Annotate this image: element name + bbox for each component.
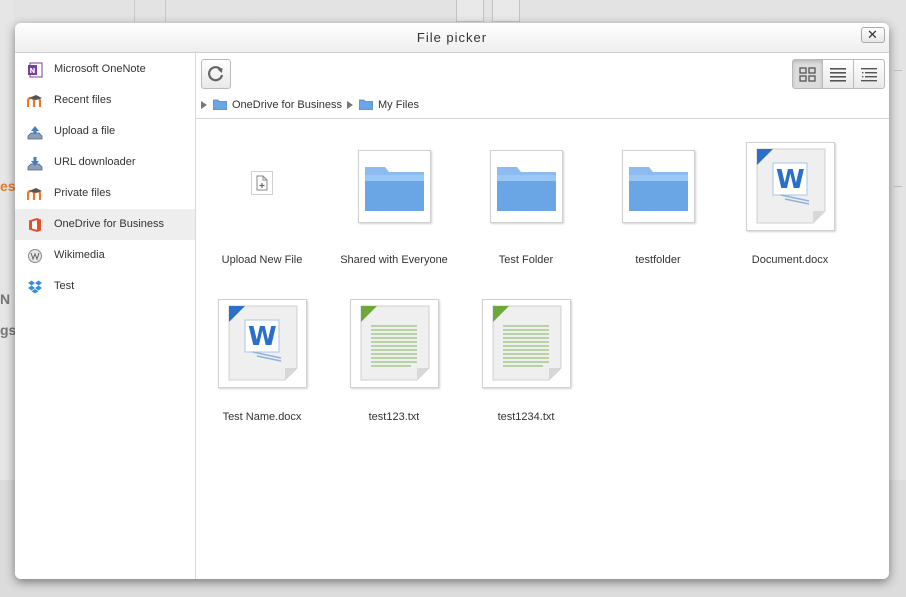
sidebar-item-label: URL downloader [54,156,136,168]
file-toolbar: OneDrive for Business My Files [196,53,889,119]
breadcrumb-arrow-icon [201,101,207,109]
dropbox-icon [28,280,42,294]
background-dash [894,186,902,187]
wikimedia-icon [28,249,42,263]
breadcrumb-item-my-files[interactable]: My Files [378,97,419,113]
sidebar-item-test[interactable]: Test [15,271,195,302]
folder-icon [359,99,373,110]
sidebar-item-label: Wikimedia [54,249,105,261]
moodle-icon [27,188,42,200]
refresh-button[interactable] [201,59,231,89]
file-tile-upload[interactable]: Upload New File [200,146,324,286]
file-name: Shared with Everyone [340,254,448,266]
onenote-icon: N [28,62,43,78]
file-grid: Upload New File Shared with Everyone Tes… [196,119,889,579]
sidebar-item-onenote[interactable]: N Microsoft OneNote [15,54,195,85]
svg-text:W: W [776,165,805,195]
word-document-icon: W [746,142,835,231]
dialog-titlebar: File picker ✕ [15,23,889,53]
folder-tile[interactable]: testfolder [596,146,720,286]
file-name: Test Name.docx [222,411,302,423]
icon-view-icon [799,67,816,82]
background-divider [165,0,166,22]
add-file-icon [251,171,273,195]
sidebar-item-private-files[interactable]: Private files [15,178,195,209]
text-file-icon [350,299,439,388]
folder-icon [358,150,431,223]
close-button[interactable]: ✕ [861,27,885,43]
file-name: Test Folder [498,254,554,266]
sidebar-item-label: Private files [54,187,111,199]
url-download-icon [27,157,43,171]
sidebar-item-onedrive-business[interactable]: OneDrive for Business [15,209,195,240]
folder-tile[interactable]: Test Folder [464,146,588,286]
sidebar-item-label: Test [54,280,75,292]
repository-sidebar: N Microsoft OneNote Recent files Upload … [15,53,196,579]
folder-tile[interactable]: Shared with Everyone [332,146,456,286]
folder-icon [213,99,227,110]
text-file-icon [482,299,571,388]
docx-tile[interactable]: W Test Name.docx [200,299,324,443]
folder-icon [490,150,563,223]
moodle-icon [27,95,42,107]
background-text-fragment: es [0,178,16,194]
word-document-icon: W [218,299,307,388]
file-name: test1234.txt [497,411,555,423]
background-text-fragment: N [0,291,11,307]
file-name: testfolder [635,254,681,266]
tile-thumbnail [200,146,324,246]
svg-text:N: N [30,67,36,75]
list-view-icon [830,68,846,82]
refresh-icon [208,66,224,82]
tree-view-icon [861,68,877,82]
background-add-folder-icon [492,0,520,22]
txt-tile[interactable]: test1234.txt [464,299,588,443]
breadcrumb-arrow-icon [347,101,353,109]
folder-icon [622,150,695,223]
list-view-button[interactable] [823,59,854,89]
sidebar-item-label: Recent files [54,94,112,106]
sidebar-item-label: Upload a file [54,125,116,137]
background-left-column [0,0,14,480]
breadcrumb-item-onedrive[interactable]: OneDrive for Business [232,97,342,113]
file-name: test123.txt [368,411,420,423]
docx-tile[interactable]: W Document.docx [728,142,852,286]
office-icon [29,218,41,232]
svg-text:W: W [248,322,277,352]
txt-tile[interactable]: test123.txt [332,299,456,443]
file-name: Upload New File [221,254,303,266]
icon-view-button[interactable] [792,59,823,89]
upload-icon [27,126,43,140]
file-name: Document.docx [751,254,829,266]
sidebar-item-recent-files[interactable]: Recent files [15,85,195,116]
sidebar-item-label: Microsoft OneNote [54,63,146,75]
sidebar-item-label: OneDrive for Business [54,218,165,230]
background-dash [894,70,902,71]
file-picker-dialog: File picker ✕ N Microsoft OneNote Recent… [15,23,889,579]
sidebar-item-upload-file[interactable]: Upload a file [15,116,195,147]
close-icon: ✕ [867,27,879,42]
sidebar-item-url-downloader[interactable]: URL downloader [15,147,195,178]
background-add-file-icon [456,0,484,22]
dialog-title: File picker [416,30,488,45]
sidebar-item-wikimedia[interactable]: Wikimedia [15,240,195,271]
tree-view-button[interactable] [854,59,885,89]
background-divider [134,0,135,22]
view-switcher [792,59,885,89]
background-text-fragment: gs [0,322,17,338]
